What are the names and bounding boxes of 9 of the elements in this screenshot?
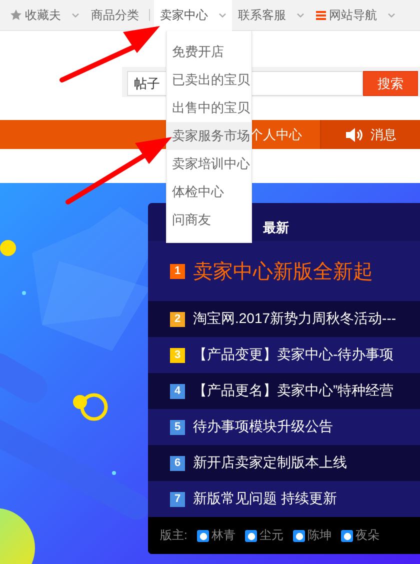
panel-title: 最新 <box>263 219 289 237</box>
number-badge: 4 <box>170 384 185 398</box>
number-badge: 6 <box>170 456 185 470</box>
number-badge: 3 <box>170 348 185 362</box>
number-badge: 5 <box>170 420 185 434</box>
number-badge: 7 <box>170 492 185 506</box>
number-badge: 2 <box>170 312 185 326</box>
moderators-label: 版主: <box>160 527 188 544</box>
number-badge: 1 <box>170 264 185 278</box>
